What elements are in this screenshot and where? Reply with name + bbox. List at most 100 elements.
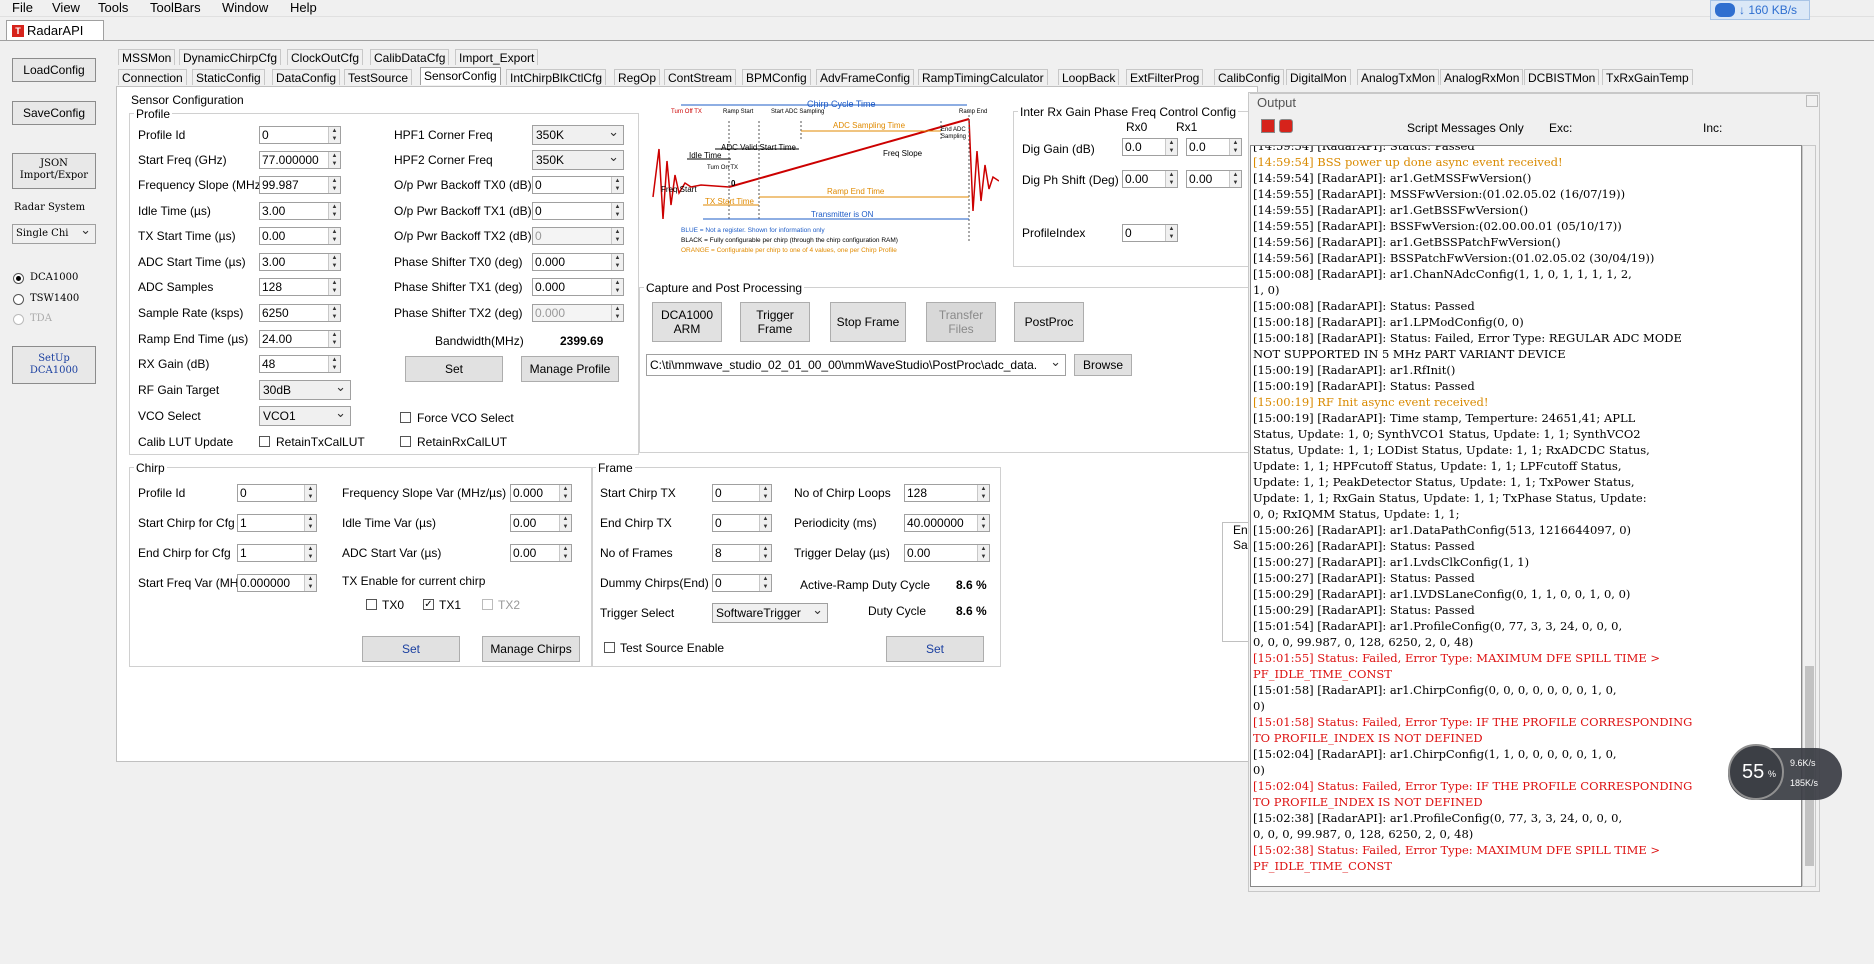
rx-gain-input[interactable]: 48 (259, 355, 341, 373)
ramp-end-time-input[interactable]: 24.00 (259, 330, 341, 348)
tda-radio[interactable] (13, 314, 24, 325)
no-of-chirp-loops-input[interactable]: 128 (904, 484, 990, 502)
output-close-icon[interactable] (1806, 95, 1818, 107)
dca1000-radio[interactable] (13, 273, 24, 284)
tab-bpmconfig[interactable]: BPMConfig (742, 69, 811, 85)
profile-set-button[interactable]: Set (405, 356, 503, 382)
tab-intchirpblkctlcfg[interactable]: IntChirpBlkCtlCfg (506, 69, 607, 85)
sample-rate-input[interactable]: 6250 (259, 304, 341, 322)
phase-tx1-input[interactable]: 0.000 (532, 278, 624, 296)
trigger-frame-button[interactable]: Trigger Frame (740, 302, 810, 342)
menu-view[interactable]: View (52, 0, 80, 15)
network-monitor-widget[interactable]: 55 % 9.6K/s 185K/s (1728, 744, 1842, 800)
tx2-checkbox[interactable] (482, 599, 493, 610)
dca1000-arm-button[interactable]: DCA1000 ARM (652, 302, 722, 342)
tab-calibconfig[interactable]: CalibConfig (1214, 69, 1285, 85)
tab-extfilterprog[interactable]: ExtFilterProg (1126, 69, 1204, 85)
menu-toolbars[interactable]: ToolBars (150, 0, 201, 15)
dig-gain-rx0-input[interactable]: 0.0 (1122, 138, 1178, 156)
retain-tx-cal-lut-checkbox[interactable] (259, 436, 270, 447)
json-import-export-button[interactable]: JSON Import/Expor (12, 153, 96, 189)
chirp-set-button[interactable]: Set (362, 636, 460, 662)
trigger-delay-input[interactable]: 0.00 (904, 544, 990, 562)
profile-index-input[interactable]: 0 (1122, 224, 1178, 242)
tab-txrxgaintemp[interactable]: TxRxGainTemp (1602, 69, 1693, 85)
trigger-select-select[interactable]: SoftwareTrigger (712, 603, 828, 623)
adc-start-var-input[interactable]: 0.00 (510, 544, 572, 562)
dig-gain-rx1-input[interactable]: 0.0 (1186, 138, 1242, 156)
freq-slope-var-input[interactable]: 0.000 (510, 484, 572, 502)
stop-frame-button[interactable]: Stop Frame (830, 302, 906, 342)
backoff-tx1-input[interactable]: 0 (532, 202, 624, 220)
tab-mssmon[interactable]: MSSMon (118, 49, 176, 65)
dig-ph-rx0-input[interactable]: 0.00 (1122, 170, 1178, 188)
tab-import-export[interactable]: Import_Export (455, 49, 539, 65)
tsw1400-radio[interactable] (13, 294, 24, 305)
clear-output-icon[interactable] (1261, 119, 1275, 133)
adc-samples-input[interactable]: 128 (259, 278, 341, 296)
retain-rx-cal-lut-checkbox[interactable] (400, 436, 411, 447)
periodicity-input[interactable]: 40.000000 (904, 514, 990, 532)
end-chirp-tx-input[interactable]: 0 (712, 514, 772, 532)
start-freq-input[interactable]: 77.000000 (259, 151, 341, 169)
tab-testsource[interactable]: TestSource (344, 69, 413, 85)
test-source-enable-checkbox[interactable] (604, 642, 615, 653)
dummy-chirps-input[interactable]: 0 (712, 574, 772, 592)
app-tab-radarapi[interactable]: T RadarAPI (6, 20, 104, 40)
phase-tx2-input[interactable]: 0.000 (532, 304, 624, 322)
tab-sensorconfig[interactable]: SensorConfig (420, 67, 501, 85)
menu-help[interactable]: Help (290, 0, 317, 15)
tab-connection[interactable]: Connection (118, 69, 187, 85)
idle-time-var-input[interactable]: 0.00 (510, 514, 572, 532)
vco-select-select[interactable]: VCO1 (259, 406, 351, 426)
tab-ramptimingcalculator[interactable]: RampTimingCalculator (918, 69, 1048, 85)
tab-dcbistmon[interactable]: DCBISTMon (1524, 69, 1600, 85)
chirp-profile-id-input[interactable]: 0 (237, 484, 317, 502)
tab-calibdatacfg[interactable]: CalibDataCfg (370, 49, 450, 65)
idle-time-input[interactable]: 3.00 (259, 202, 341, 220)
menu-tools[interactable]: Tools (98, 0, 128, 15)
backoff-tx0-input[interactable]: 0 (532, 176, 624, 194)
backoff-tx2-input[interactable]: 0 (532, 227, 624, 245)
hpf1-select[interactable]: 350K (532, 125, 624, 145)
tab-loopback[interactable]: LoopBack (1058, 69, 1120, 85)
radar-system-select[interactable]: Single Chi (12, 224, 96, 244)
manage-chirps-button[interactable]: Manage Chirps (482, 636, 580, 662)
profile-id-input[interactable]: 0 (259, 126, 341, 144)
tab-advframeconfig[interactable]: AdvFrameConfig (816, 69, 915, 85)
start-chirp-cfg-input[interactable]: 1 (237, 514, 317, 532)
browse-button[interactable]: Browse (1074, 354, 1132, 376)
tab-dynamicchirpcfg[interactable]: DynamicChirpCfg (179, 49, 282, 65)
tab-staticconfig[interactable]: StaticConfig (192, 69, 265, 85)
freq-slope-input[interactable]: 99.987 (259, 176, 341, 194)
tab-regop[interactable]: RegOp (614, 69, 661, 85)
script-messages-only-label[interactable]: Script Messages Only (1407, 121, 1524, 135)
transfer-files-button[interactable]: Transfer Files (926, 302, 996, 342)
setup-dca1000-button[interactable]: SetUp DCA1000 (12, 346, 96, 384)
hpf2-select[interactable]: 350K (532, 150, 624, 170)
postproc-button[interactable]: PostProc (1014, 302, 1084, 342)
menu-window[interactable]: Window (222, 0, 268, 15)
load-config-button[interactable]: LoadConfig (12, 58, 96, 82)
output-log[interactable]: [14:59:54] [RadarAPI]: Status: Passed [14… (1250, 145, 1802, 887)
start-chirp-tx-input[interactable]: 0 (712, 484, 772, 502)
tab-analogtxmon[interactable]: AnalogTxMon (1357, 69, 1440, 85)
phase-tx0-input[interactable]: 0.000 (532, 253, 624, 271)
tx0-checkbox[interactable] (366, 599, 377, 610)
rf-gain-target-select[interactable]: 30dB (259, 380, 351, 400)
adc-start-time-input[interactable]: 3.00 (259, 253, 341, 271)
menu-file[interactable]: File (12, 0, 33, 15)
save-config-button[interactable]: SaveConfig (12, 101, 96, 125)
dig-ph-rx1-input[interactable]: 0.00 (1186, 170, 1242, 188)
tab-clockoutcfg[interactable]: ClockOutCfg (287, 49, 364, 65)
frame-set-button[interactable]: Set (886, 636, 984, 662)
force-vco-select-checkbox[interactable] (400, 412, 411, 423)
tx-start-time-input[interactable]: 0.00 (259, 227, 341, 245)
no-of-frames-input[interactable]: 8 (712, 544, 772, 562)
tab-analogrxmon[interactable]: AnalogRxMon (1440, 69, 1524, 85)
tab-digitalmon[interactable]: DigitalMon (1286, 69, 1351, 85)
tx1-checkbox[interactable]: ✓ (423, 599, 434, 610)
tab-contstream[interactable]: ContStream (664, 69, 737, 85)
start-freq-var-input[interactable]: 0.000000 (237, 574, 317, 592)
stop-script-icon[interactable] (1279, 119, 1293, 133)
